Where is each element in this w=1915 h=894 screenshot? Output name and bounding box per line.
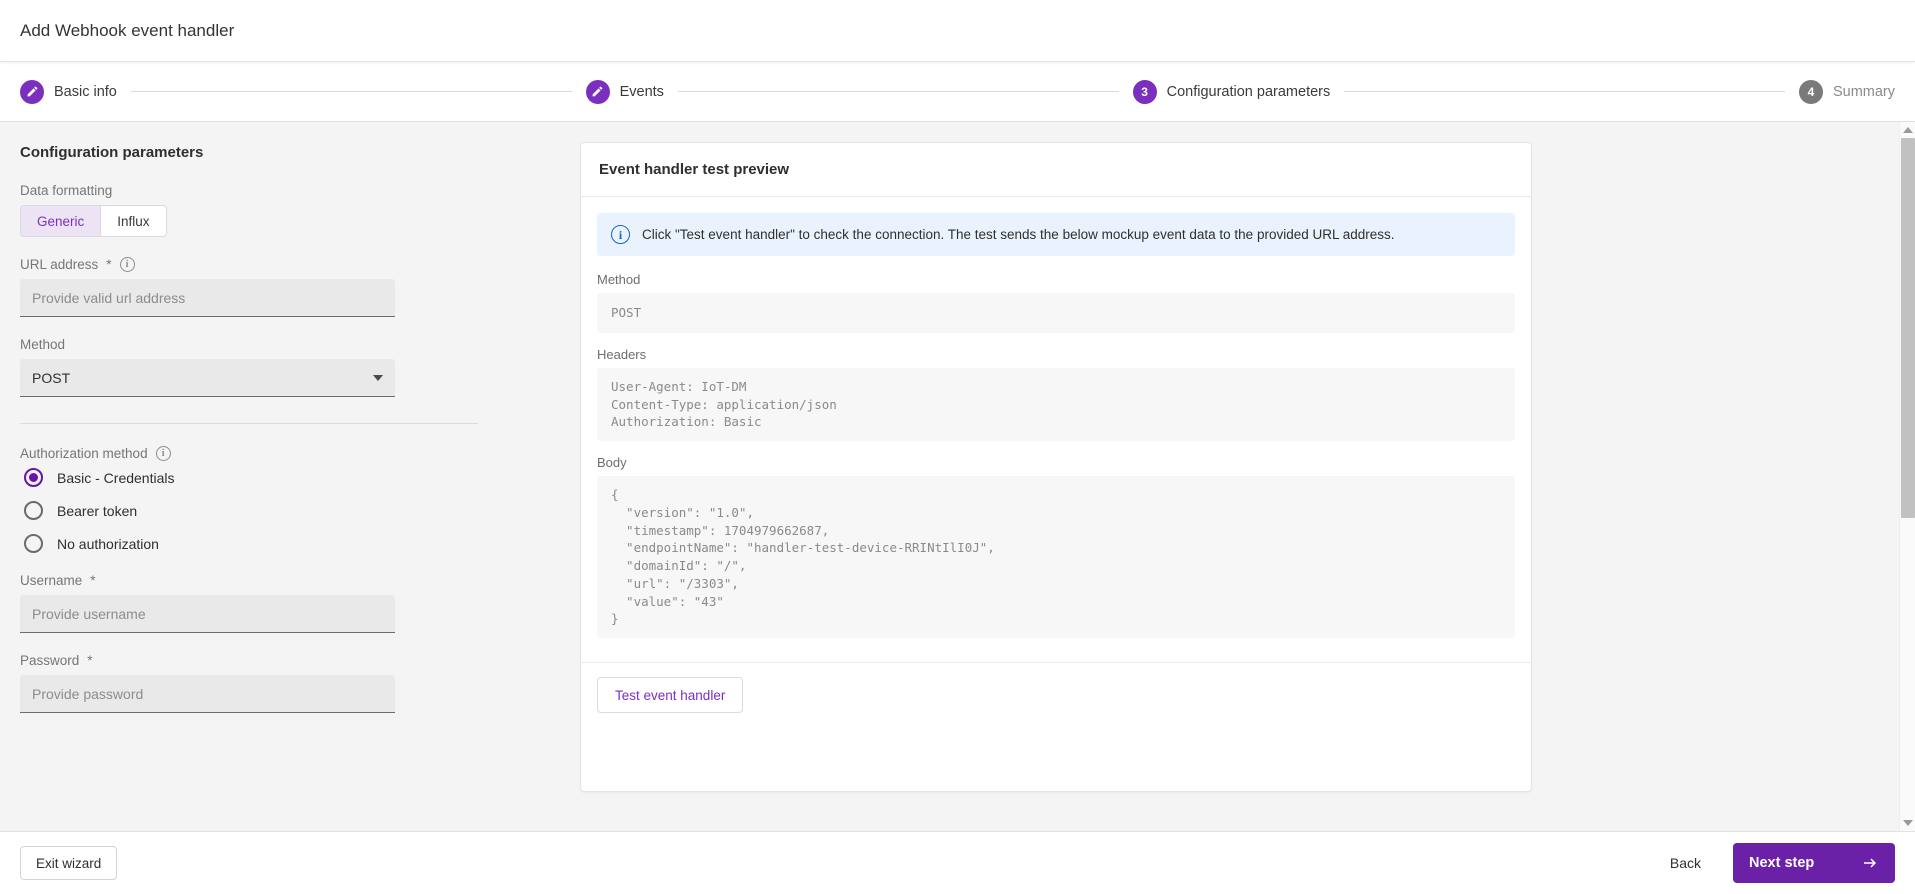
- authorization-label-text: Authorization method: [20, 446, 148, 461]
- data-formatting-label: Data formatting: [20, 183, 500, 198]
- wizard-stepper: Basic info Events 3 Configuration parame…: [0, 62, 1915, 122]
- preview-method-value: POST: [597, 293, 1515, 333]
- next-step-label: Next step: [1749, 855, 1815, 871]
- url-address-input-wrapper[interactable]: [20, 279, 395, 317]
- password-label: Password *: [20, 653, 500, 668]
- preview-card-footer: Test event handler: [581, 662, 1531, 727]
- method-select[interactable]: POST: [20, 359, 395, 397]
- field-password: Password *: [20, 653, 500, 713]
- username-required-mark: *: [90, 573, 96, 588]
- radio-button-icon[interactable]: [24, 534, 43, 553]
- configuration-form: Configuration parameters Data formatting…: [0, 122, 520, 831]
- url-required-mark: *: [106, 257, 112, 272]
- next-step-button[interactable]: Next step: [1733, 843, 1895, 883]
- preview-card-body: i Click "Test event handler" to check th…: [581, 197, 1531, 662]
- step-connector-1: [130, 91, 572, 92]
- radio-basic-credentials[interactable]: Basic - Credentials: [20, 468, 500, 487]
- username-input[interactable]: [32, 605, 383, 622]
- field-authorization-method: Authorization method i Basic - Credentia…: [20, 446, 500, 553]
- preview-info-alert: i Click "Test event handler" to check th…: [597, 213, 1515, 256]
- username-label-text: Username: [20, 573, 83, 588]
- wizard-content: Configuration parameters Data formatting…: [0, 122, 1915, 831]
- wizard-dialog: Add Webhook event handler Basic info Eve…: [0, 0, 1915, 894]
- field-username: Username *: [20, 573, 500, 633]
- scrollbar-thumb[interactable]: [1900, 138, 1915, 518]
- footer-actions: Back Next step: [1658, 843, 1895, 883]
- pencil-icon: [27, 86, 37, 97]
- preview-headers-value: User-Agent: IoT-DM Content-Type: applica…: [597, 367, 1515, 441]
- chevron-up-icon: [1902, 127, 1913, 133]
- info-icon[interactable]: i: [155, 446, 171, 461]
- step-1-bubble: [20, 79, 44, 104]
- scrollbar-track[interactable]: [1899, 138, 1915, 815]
- method-label: Method: [20, 337, 500, 352]
- step-configuration-parameters[interactable]: 3 Configuration parameters: [1132, 79, 1331, 104]
- field-method: Method POST: [20, 337, 500, 397]
- method-label-text: Method: [20, 337, 66, 352]
- radio-button-icon[interactable]: [24, 468, 43, 487]
- url-address-label-text: URL address: [20, 257, 99, 272]
- vertical-scrollbar[interactable]: [1899, 122, 1915, 831]
- radio-bearer-token-label: Bearer token: [57, 502, 138, 519]
- field-url-address: URL address * i: [20, 257, 500, 317]
- wizard-footer: Exit wizard Back Next step: [0, 831, 1915, 894]
- preview-column: Event handler test preview i Click "Test…: [520, 122, 1899, 831]
- step-3-bubble: 3: [1132, 79, 1157, 104]
- method-select-value: POST: [32, 369, 71, 386]
- scroll-down-button[interactable]: [1899, 815, 1915, 831]
- step-connector-2: [677, 91, 1119, 92]
- form-divider: [20, 423, 478, 424]
- radio-button-icon[interactable]: [24, 501, 43, 520]
- preview-body-value: { "version": "1.0", "timestamp": 1704979…: [597, 476, 1515, 638]
- preview-card-title: Event handler test preview: [581, 143, 1531, 197]
- step-1-label: Basic info: [54, 83, 117, 100]
- step-4-label: Summary: [1832, 83, 1895, 100]
- username-input-wrapper[interactable]: [20, 595, 395, 633]
- password-input[interactable]: [32, 685, 383, 702]
- data-formatting-label-text: Data formatting: [20, 183, 113, 198]
- info-icon[interactable]: i: [119, 257, 135, 272]
- radio-no-authorization[interactable]: No authorization: [20, 534, 500, 553]
- toggle-influx[interactable]: Influx: [100, 205, 167, 237]
- form-section-title: Configuration parameters: [20, 144, 204, 161]
- event-handler-test-preview-card: Event handler test preview i Click "Test…: [580, 142, 1532, 792]
- radio-basic-credentials-label: Basic - Credentials: [57, 469, 175, 486]
- back-button[interactable]: Back: [1658, 849, 1713, 877]
- info-icon: i: [611, 225, 630, 244]
- url-address-label: URL address * i: [20, 257, 500, 272]
- radio-bearer-token[interactable]: Bearer token: [20, 501, 500, 520]
- username-label: Username *: [20, 573, 500, 588]
- dialog-title: Add Webhook event handler: [20, 20, 235, 40]
- step-connector-3: [1344, 91, 1785, 92]
- authorization-label: Authorization method i: [20, 446, 500, 461]
- preview-method-label: Method: [597, 272, 641, 287]
- chevron-down-icon: [1902, 820, 1913, 826]
- arrow-right-icon: [1864, 858, 1876, 868]
- pencil-icon: [592, 86, 603, 97]
- step-4-bubble: 4: [1798, 79, 1823, 104]
- preview-body-label: Body: [597, 455, 627, 470]
- toggle-generic[interactable]: Generic: [20, 205, 101, 237]
- preview-alert-text: Click "Test event handler" to check the …: [642, 227, 1395, 242]
- step-basic-info[interactable]: Basic info: [20, 79, 117, 104]
- url-address-input[interactable]: [32, 289, 383, 306]
- password-label-text: Password: [20, 653, 80, 668]
- step-2-label: Events: [619, 83, 664, 100]
- step-3-label: Configuration parameters: [1166, 83, 1331, 100]
- dialog-titlebar: Add Webhook event handler: [0, 0, 1915, 62]
- preview-headers-label: Headers: [597, 346, 647, 362]
- radio-no-authorization-label: No authorization: [57, 535, 159, 552]
- step-summary[interactable]: 4 Summary: [1798, 79, 1895, 104]
- exit-wizard-button[interactable]: Exit wizard: [20, 846, 118, 880]
- step-2-bubble: [585, 79, 610, 104]
- field-data-formatting: Data formatting Generic Influx: [20, 183, 500, 237]
- test-event-handler-button[interactable]: Test event handler: [597, 677, 744, 713]
- password-required-mark: *: [87, 653, 93, 668]
- step-events[interactable]: Events: [585, 79, 664, 104]
- password-input-wrapper[interactable]: [20, 675, 395, 713]
- scroll-up-button[interactable]: [1899, 122, 1915, 138]
- chevron-down-icon: [373, 374, 383, 381]
- content-inner: Configuration parameters Data formatting…: [0, 122, 1899, 831]
- data-formatting-toggle-group: Generic Influx: [20, 205, 167, 237]
